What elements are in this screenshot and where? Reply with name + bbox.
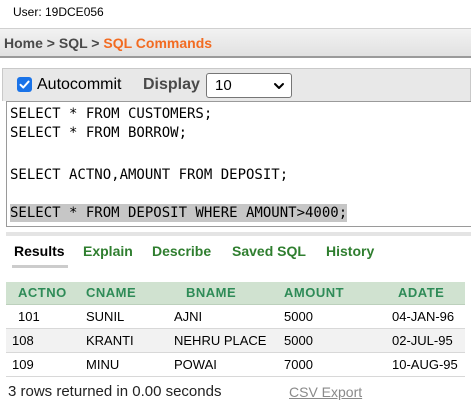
breadcrumb: Home > SQL > SQL Commands [4,35,212,51]
code-line-selected: SELECT * FROM DEPOSIT WHERE AMOUNT>4000; [10,204,348,222]
table-cell: 5000 [284,304,374,329]
column-header: AMOUNT [284,282,374,305]
breadcrumb-sql[interactable]: SQL [59,35,88,51]
breadcrumb-separator: > [42,35,59,51]
table-cell: 02-JUL-95 [374,328,465,353]
breadcrumb-home[interactable]: Home [4,35,43,51]
table-cell: 109 [6,352,86,377]
csv-export-link[interactable]: CSV Export [289,384,362,400]
column-header: ADATE [374,282,465,305]
table-cell: KRANTI [86,328,164,353]
tab-results[interactable]: Results [14,243,65,259]
tab-explain[interactable]: Explain [83,243,133,259]
table-cell: MINU [86,352,164,377]
column-header: ACTNO [6,282,86,305]
table-cell: 7000 [284,352,374,377]
table-cell: 101 [6,304,86,329]
display-rows-value: 10 [215,77,232,94]
active-tab-indicator [12,265,68,268]
code-line: SELECT ACTNO,AMOUNT FROM DEPOSIT; [10,167,289,183]
table-cell: POWAI [164,352,284,377]
table-cell: 04-JAN-96 [374,304,465,329]
table-cell: 108 [6,328,86,353]
autocommit-checkbox[interactable] [17,77,32,92]
sql-editor[interactable]: SELECT * FROM CUSTOMERS; SELECT * FROM B… [6,101,471,227]
user-label: User: 19DCE056 [13,5,104,19]
tab-saved-sql[interactable]: Saved SQL [232,243,306,259]
table-header-row: ACTNO CNAME BNAME AMOUNT ADATE [6,282,465,305]
tab-history[interactable]: History [326,243,374,259]
chevron-down-icon [274,83,284,89]
breadcrumb-bar: Home > SQL > SQL Commands [0,28,471,58]
table-cell: 10-AUG-95 [374,352,465,377]
autocommit-label[interactable]: Autocommit [37,76,121,94]
table-row: 108 KRANTI NEHRU PLACE 5000 02-JUL-95 [6,328,465,353]
divider [6,232,471,236]
table-row: 109 MINU POWAI 7000 10-AUG-95 [6,352,465,377]
command-toolbar: Autocommit Display 10 [2,68,471,101]
table-cell: 5000 [284,328,374,353]
column-header: CNAME [86,282,164,305]
user-bar: User: 19DCE056 [0,0,471,28]
display-label: Display [143,76,200,93]
column-header: BNAME [164,282,284,305]
table-row: 101 SUNIL AJNI 5000 04-JAN-96 [6,304,465,329]
code-line: SELECT * FROM BORROW; [10,125,188,141]
breadcrumb-separator: > [87,35,104,51]
table-cell: AJNI [164,304,284,329]
tab-describe[interactable]: Describe [152,243,211,259]
results-table: ACTNO CNAME BNAME AMOUNT ADATE 101 SUNIL… [6,282,465,377]
status-text: 3 rows returned in 0.00 seconds [8,383,222,400]
breadcrumb-current: SQL Commands [103,35,213,51]
table-cell: SUNIL [86,304,164,329]
table-cell: NEHRU PLACE [164,328,284,353]
display-rows-select[interactable]: 10 [206,73,292,98]
code-line: SELECT * FROM CUSTOMERS; [10,106,213,122]
checkmark-icon [19,80,30,89]
